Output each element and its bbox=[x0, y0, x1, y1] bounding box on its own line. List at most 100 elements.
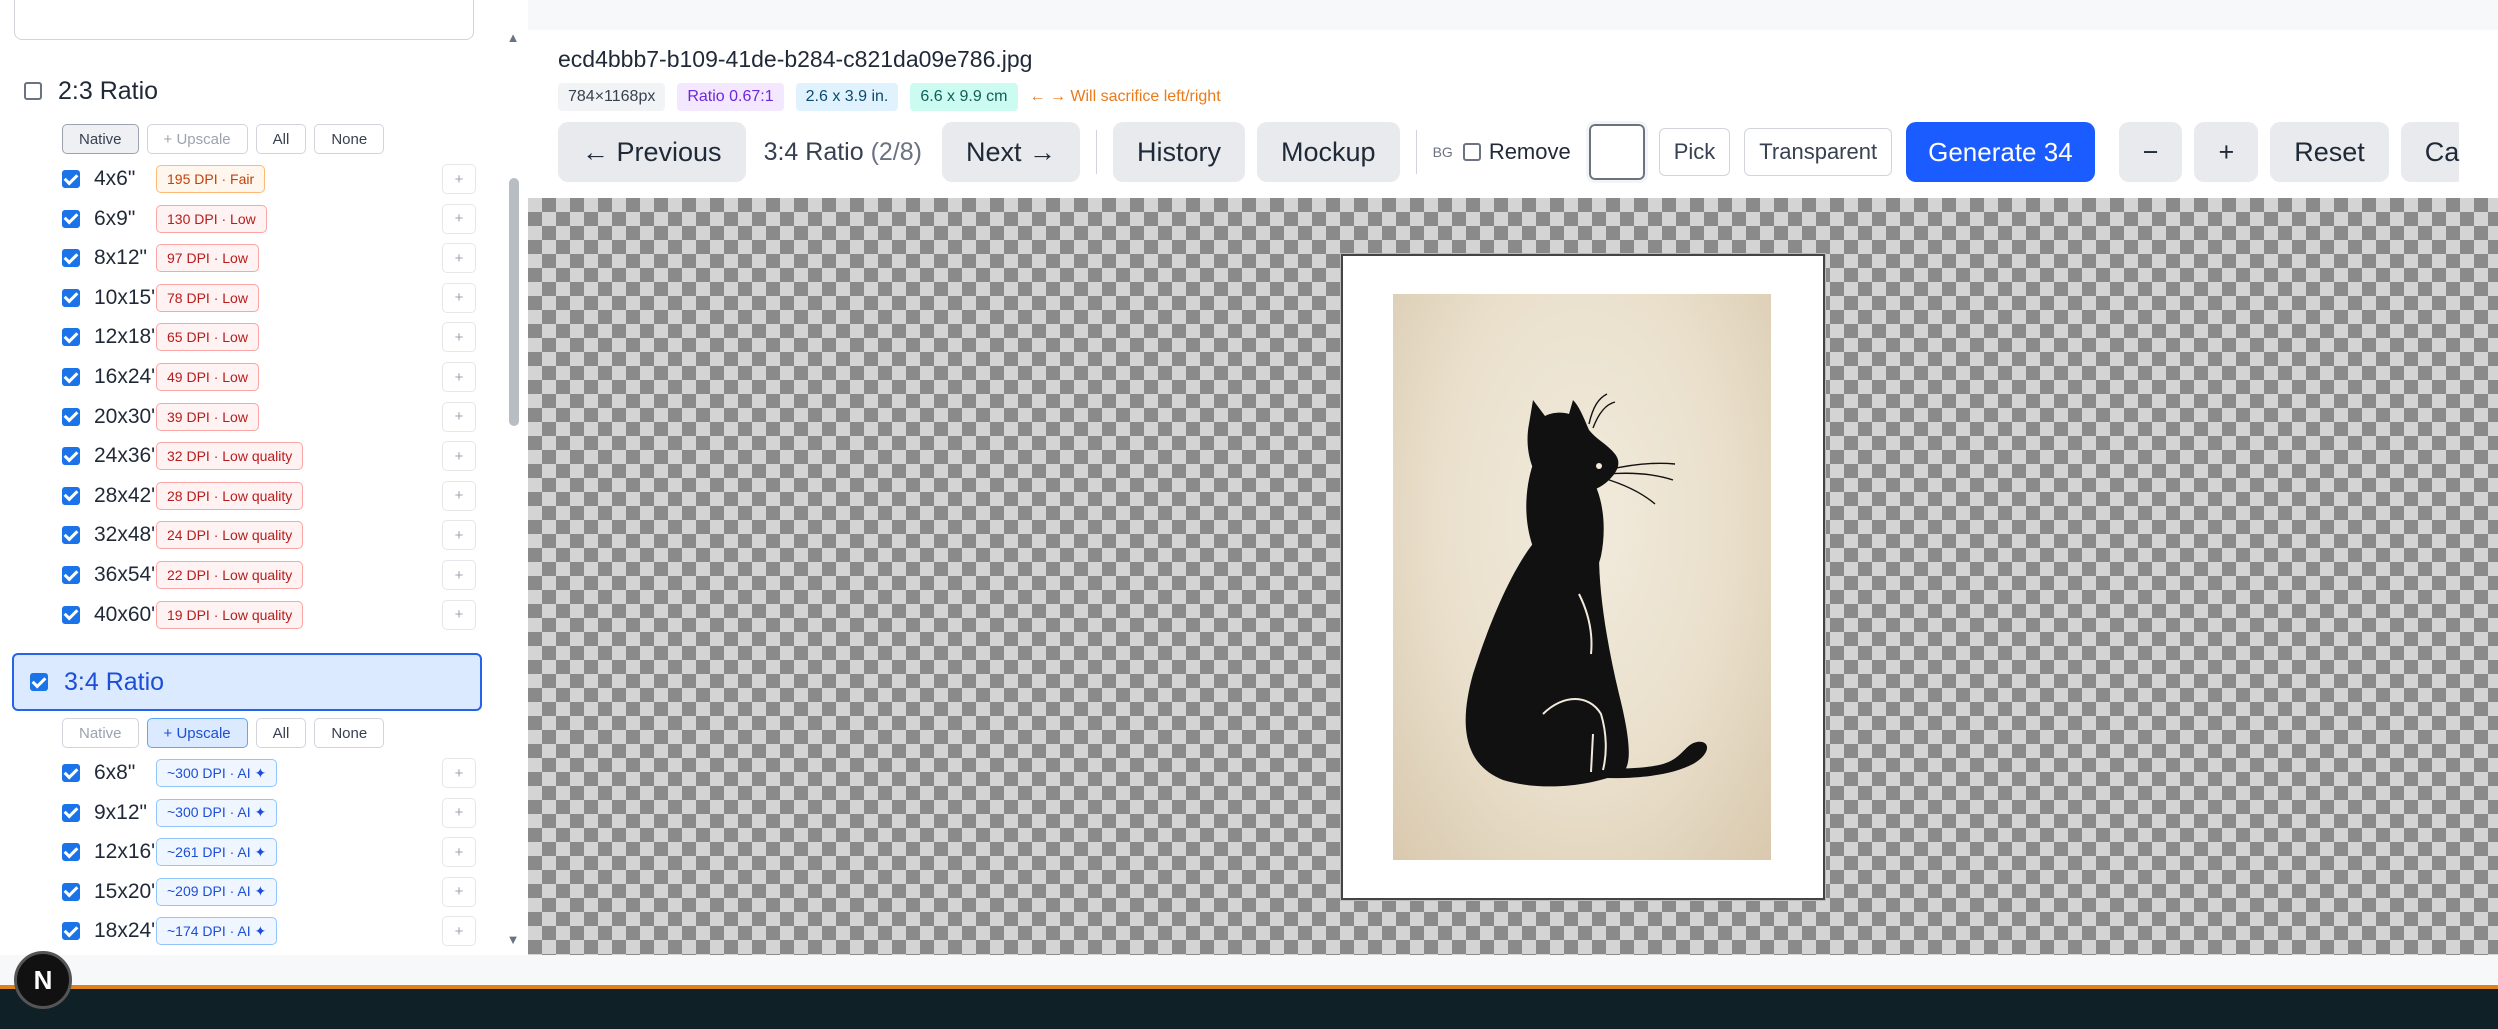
add-size-button[interactable]: + bbox=[442, 362, 476, 392]
size-label: 12x18" bbox=[94, 325, 159, 349]
ratio-2-3-checkbox[interactable] bbox=[24, 82, 42, 100]
ratio-group-3-4[interactable]: 3:4 Ratio bbox=[12, 653, 482, 711]
size-label: 8x12" bbox=[94, 246, 147, 270]
size-option-row[interactable]: 12x18" 65 DPI · Low + bbox=[62, 319, 478, 355]
toolbar: ← Previous 3:4 Ratio (2/8) Next → Histor… bbox=[558, 121, 2471, 183]
size-option-row[interactable]: 8x12" 97 DPI · Low + bbox=[62, 240, 478, 276]
size-option-row[interactable]: 20x30" 39 DPI · Low + bbox=[62, 399, 478, 435]
mode-upscale-button[interactable]: + Upscale bbox=[146, 718, 248, 748]
add-size-button[interactable]: + bbox=[442, 480, 476, 511]
bottom-bar bbox=[0, 985, 2498, 1029]
size-checkbox[interactable] bbox=[62, 843, 80, 862]
add-size-button[interactable]: + bbox=[442, 560, 476, 590]
size-checkbox[interactable] bbox=[62, 249, 80, 268]
previous-button[interactable]: ← Previous bbox=[558, 122, 746, 182]
size-option-row[interactable]: 16x24" 49 DPI · Low + bbox=[62, 359, 478, 395]
size-checkbox[interactable] bbox=[62, 328, 80, 347]
size-option-row[interactable]: 36x54" 22 DPI · Low quality + bbox=[62, 557, 478, 593]
size-option-row[interactable]: 24x36" 32 DPI · Low quality + bbox=[62, 438, 478, 474]
mode-all-button[interactable]: All bbox=[255, 124, 307, 154]
ratio-group-2-3[interactable]: 2:3 Ratio bbox=[12, 62, 482, 120]
add-size-button[interactable]: + bbox=[442, 164, 476, 194]
size-checkbox[interactable] bbox=[62, 922, 80, 941]
size-option-row[interactable]: 4x6" 195 DPI · Fair + bbox=[62, 161, 478, 197]
size-checkbox[interactable] bbox=[62, 526, 80, 545]
sidebar-scrollbar[interactable]: ▲ ▼ bbox=[505, 30, 521, 950]
add-size-button[interactable]: + bbox=[442, 916, 476, 947]
size-checkbox[interactable] bbox=[62, 764, 80, 782]
size-checkbox[interactable] bbox=[62, 803, 80, 822]
crop-warning: ← → Will sacrifice left/right bbox=[1029, 88, 1221, 105]
mode-upscale-button[interactable]: + Upscale bbox=[146, 124, 248, 154]
remove-bg-label[interactable]: Remove bbox=[1489, 139, 1571, 165]
mode-none-button[interactable]: None bbox=[314, 124, 385, 154]
scroll-thumb[interactable] bbox=[509, 178, 519, 426]
size-label: 32x48" bbox=[94, 523, 159, 547]
bg-label: BG bbox=[1432, 144, 1453, 160]
dpi-quality-badge: 32 DPI · Low quality bbox=[156, 442, 304, 471]
add-size-button[interactable]: + bbox=[442, 599, 476, 630]
artwork-preview bbox=[1393, 294, 1771, 860]
size-option-row[interactable]: 6x8" ~300 DPI · AI ✦ + bbox=[62, 755, 478, 791]
size-checkbox[interactable] bbox=[62, 170, 80, 188]
size-checkbox[interactable] bbox=[62, 605, 80, 624]
size-option-row[interactable]: 10x15" 78 DPI · Low + bbox=[62, 280, 478, 316]
history-button[interactable]: History bbox=[1113, 122, 1246, 182]
size-checkbox[interactable] bbox=[62, 368, 80, 386]
add-size-button[interactable]: + bbox=[442, 797, 476, 828]
mockup-button[interactable]: Mockup bbox=[1257, 122, 1400, 182]
scroll-up-arrow-icon[interactable]: ▲ bbox=[505, 30, 521, 46]
size-checkbox[interactable] bbox=[62, 447, 80, 466]
scroll-down-arrow-icon[interactable]: ▼ bbox=[505, 932, 521, 948]
mode-all-button[interactable]: All bbox=[255, 718, 307, 748]
zoom-out-button[interactable]: − bbox=[2118, 122, 2183, 182]
ratio-3-4-checkbox[interactable] bbox=[30, 673, 48, 691]
add-size-button[interactable]: + bbox=[442, 520, 476, 551]
size-option-row[interactable]: 18x24" ~174 DPI · AI ✦ + bbox=[62, 913, 478, 949]
size-checkbox[interactable] bbox=[62, 486, 80, 505]
add-size-button[interactable]: + bbox=[442, 837, 476, 868]
dpi-quality-badge: 49 DPI · Low bbox=[156, 363, 259, 391]
size-checkbox[interactable] bbox=[62, 566, 80, 584]
add-size-button[interactable]: + bbox=[442, 282, 476, 313]
add-size-button[interactable]: + bbox=[442, 203, 476, 234]
bg-color-swatch[interactable] bbox=[1585, 121, 1648, 183]
mode-native-button[interactable]: Native bbox=[62, 718, 139, 748]
add-size-button[interactable]: + bbox=[442, 322, 476, 353]
add-size-button[interactable]: + bbox=[442, 441, 476, 472]
size-checkbox[interactable] bbox=[62, 288, 80, 307]
next-button[interactable]: Next → bbox=[941, 122, 1081, 182]
dpi-quality-badge: 24 DPI · Low quality bbox=[156, 521, 304, 550]
n-floating-button[interactable]: N bbox=[14, 951, 72, 1009]
size-checkbox[interactable] bbox=[62, 882, 80, 901]
add-size-button[interactable]: + bbox=[442, 243, 476, 274]
size-checkbox[interactable] bbox=[62, 209, 80, 228]
size-option-row[interactable]: 32x48" 24 DPI · Low quality + bbox=[62, 517, 478, 553]
ratio-3-4-label: 3:4 Ratio bbox=[64, 667, 165, 696]
pick-color-button[interactable]: Pick bbox=[1658, 128, 1731, 176]
zoom-in-button[interactable]: + bbox=[2194, 122, 2259, 182]
size-option-row[interactable]: 6x9" 130 DPI · Low + bbox=[62, 201, 478, 237]
add-size-button[interactable]: + bbox=[442, 758, 476, 788]
transparent-button[interactable]: Transparent bbox=[1744, 128, 1893, 176]
size-label: 16x24" bbox=[94, 365, 159, 388]
dpi-quality-badge: 39 DPI · Low bbox=[156, 402, 259, 431]
remove-bg-checkbox[interactable] bbox=[1462, 143, 1481, 161]
sidebar-top-field[interactable] bbox=[14, 0, 474, 40]
mode-native-button[interactable]: Native bbox=[62, 124, 139, 154]
truncated-button[interactable]: Ca bbox=[2400, 122, 2460, 182]
reset-button[interactable]: Reset bbox=[2270, 122, 2389, 182]
size-checkbox[interactable] bbox=[62, 407, 80, 426]
dpi-quality-badge: 195 DPI · Fair bbox=[156, 165, 266, 193]
preview-canvas[interactable] bbox=[528, 198, 2498, 955]
size-option-row[interactable]: 9x12" ~300 DPI · AI ✦ + bbox=[62, 795, 478, 831]
size-option-row[interactable]: 28x42" 28 DPI · Low quality + bbox=[62, 478, 478, 514]
dpi-quality-badge: 28 DPI · Low quality bbox=[156, 481, 304, 510]
size-option-row[interactable]: 15x20" ~209 DPI · AI ✦ + bbox=[62, 874, 478, 910]
size-option-row[interactable]: 40x60" 19 DPI · Low quality + bbox=[62, 597, 478, 633]
mode-none-button[interactable]: None bbox=[314, 718, 385, 748]
add-size-button[interactable]: + bbox=[442, 876, 476, 907]
add-size-button[interactable]: + bbox=[442, 401, 476, 432]
generate-button[interactable]: Generate 34 bbox=[1906, 122, 2095, 182]
size-option-row[interactable]: 12x16" ~261 DPI · AI ✦ + bbox=[62, 834, 478, 870]
